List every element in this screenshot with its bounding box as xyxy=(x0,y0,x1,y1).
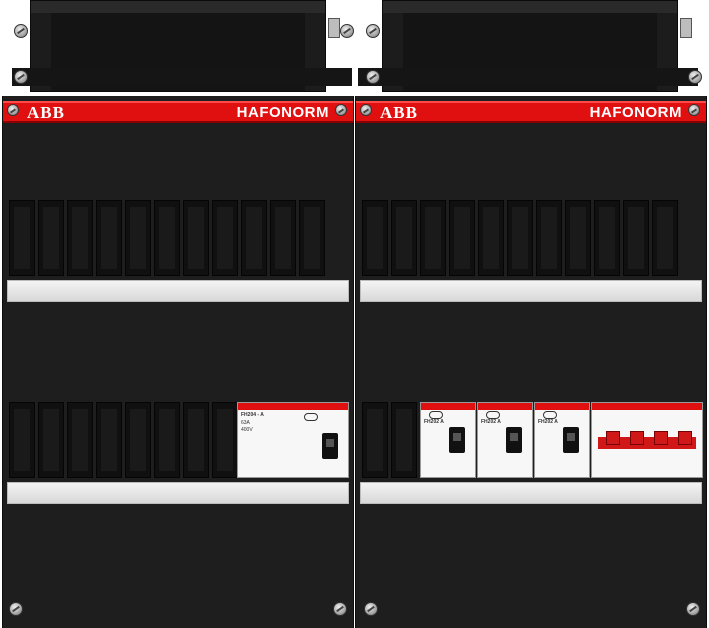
screw-icon xyxy=(360,104,372,116)
panel-left: ABB HAFONORM FH204 - A 63A 400V xyxy=(2,96,354,628)
blank-module xyxy=(536,200,562,276)
screw-icon xyxy=(688,70,702,84)
brand-label: HAFONORM xyxy=(589,104,682,121)
blank-module xyxy=(507,200,533,276)
toggle-lever[interactable] xyxy=(449,427,465,453)
breaker-device[interactable]: FH202 A xyxy=(534,402,590,478)
blank-module xyxy=(362,402,388,478)
blank-module xyxy=(478,200,504,276)
module-row-top xyxy=(362,198,700,278)
brand-label: HAFONORM xyxy=(236,104,329,121)
blank-module xyxy=(67,200,93,276)
terminal-clamp-icon xyxy=(680,18,692,38)
screw-icon xyxy=(14,24,28,38)
blank-module xyxy=(212,402,238,478)
blank-module xyxy=(38,200,64,276)
blank-module xyxy=(270,200,296,276)
blank-module xyxy=(67,402,93,478)
switch-lever[interactable] xyxy=(654,431,668,445)
label-strip xyxy=(7,482,349,504)
blank-module xyxy=(241,200,267,276)
toggle-lever[interactable] xyxy=(563,427,579,453)
top-rail-right xyxy=(358,68,698,86)
blank-module xyxy=(212,200,238,276)
device-voltage: 400V xyxy=(241,427,253,433)
blank-module xyxy=(623,200,649,276)
screw-icon xyxy=(366,70,380,84)
breaker-device[interactable]: FH202 A xyxy=(420,402,476,478)
blank-module xyxy=(96,402,122,478)
screw-icon xyxy=(335,104,347,116)
test-button-icon[interactable] xyxy=(486,411,500,419)
screw-icon xyxy=(333,602,347,616)
screw-icon xyxy=(366,24,380,38)
blank-module xyxy=(9,402,35,478)
blank-module xyxy=(391,200,417,276)
label-strip xyxy=(360,280,702,302)
switch-lever[interactable] xyxy=(606,431,620,445)
label-strip xyxy=(360,482,702,504)
blank-module xyxy=(299,200,325,276)
panel-right: ABB HAFONORM FH202 A FH202 A FH202 A xyxy=(355,96,707,628)
brand-bar: ABB HAFONORM xyxy=(3,101,353,123)
device-rating: 63A xyxy=(241,420,250,426)
toggle-lever[interactable] xyxy=(506,427,522,453)
blank-module xyxy=(125,200,151,276)
device-title: FH202 A xyxy=(538,419,558,425)
test-button-icon[interactable] xyxy=(429,411,443,419)
abb-logo: ABB xyxy=(27,103,65,122)
screw-icon xyxy=(9,602,23,616)
device-title: FH202 A xyxy=(481,419,501,425)
switch-lever[interactable] xyxy=(678,431,692,445)
blank-module xyxy=(38,402,64,478)
blank-module xyxy=(9,200,35,276)
blank-module xyxy=(154,200,180,276)
screw-icon xyxy=(7,104,19,116)
toggle-lever[interactable] xyxy=(322,433,338,459)
test-button-icon[interactable] xyxy=(304,413,318,421)
screw-icon xyxy=(14,70,28,84)
blank-module xyxy=(449,200,475,276)
blank-module xyxy=(420,200,446,276)
module-row-top xyxy=(9,198,347,278)
top-rail-left xyxy=(12,68,352,86)
blank-module xyxy=(183,402,209,478)
blank-module xyxy=(565,200,591,276)
breaker-device[interactable]: FH202 A xyxy=(477,402,533,478)
label-strip xyxy=(7,280,349,302)
test-button-icon[interactable] xyxy=(543,411,557,419)
brand-bar: ABB HAFONORM xyxy=(356,101,706,123)
device-title: FH204 - A xyxy=(241,412,264,418)
blank-module xyxy=(594,200,620,276)
blank-module xyxy=(652,200,678,276)
terminal-clamp-icon xyxy=(328,18,340,38)
blank-module xyxy=(391,402,417,478)
rcd-device[interactable]: FH204 - A 63A 400V xyxy=(237,402,349,478)
blank-module xyxy=(96,200,122,276)
screw-icon xyxy=(364,602,378,616)
main-switch-device[interactable] xyxy=(591,402,703,478)
blank-module xyxy=(154,402,180,478)
screw-icon xyxy=(686,602,700,616)
switch-lever[interactable] xyxy=(630,431,644,445)
screw-icon xyxy=(340,24,354,38)
screw-icon xyxy=(688,104,700,116)
abb-logo: ABB xyxy=(380,103,418,122)
blank-module xyxy=(183,200,209,276)
blank-module xyxy=(362,200,388,276)
device-title: FH202 A xyxy=(424,419,444,425)
blank-module xyxy=(125,402,151,478)
